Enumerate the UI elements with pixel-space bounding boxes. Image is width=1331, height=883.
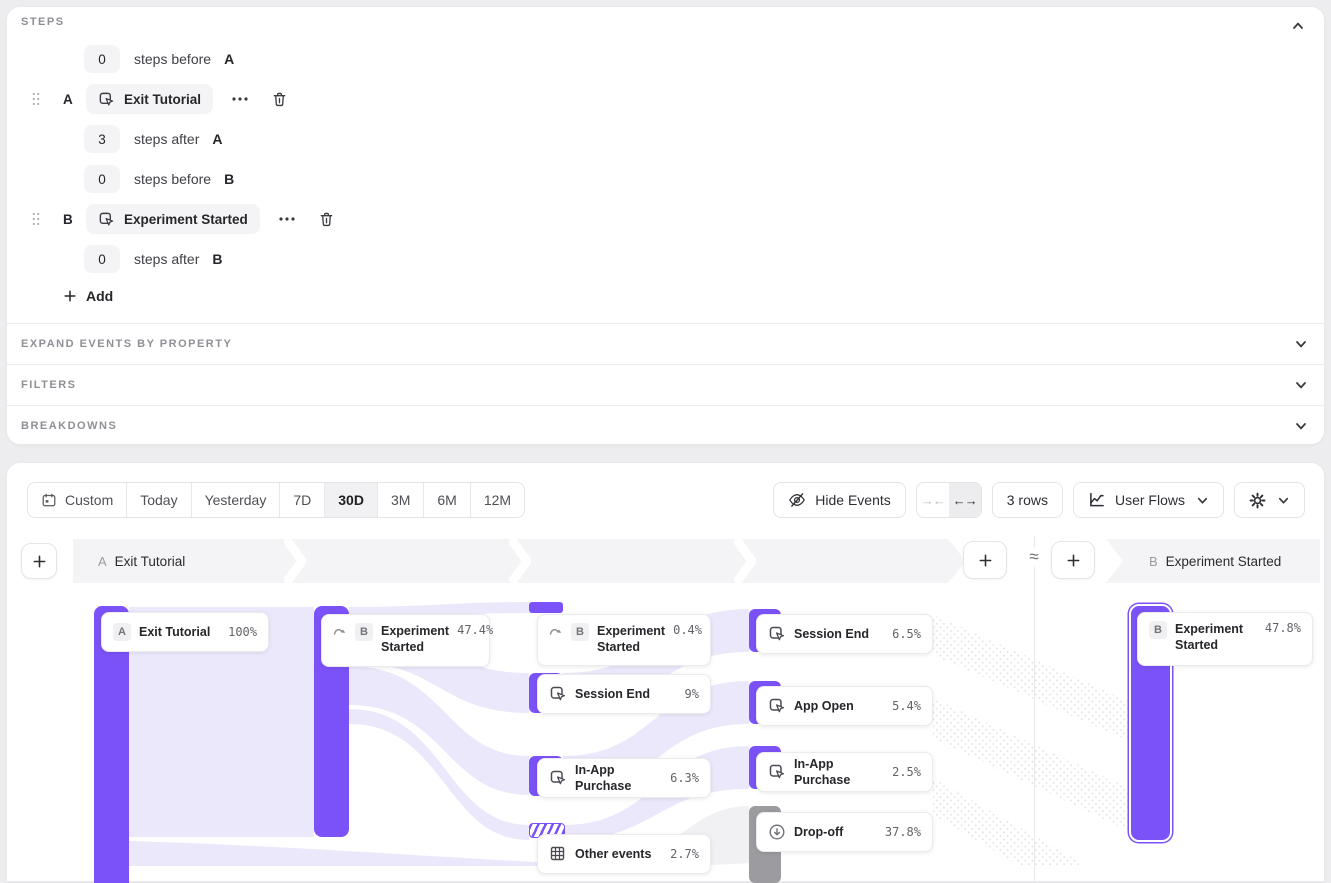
step-b-delete-button[interactable]	[318, 211, 335, 228]
steps-before-a-input[interactable]: 0	[84, 45, 120, 73]
section-expand-events-by-property[interactable]: EXPAND EVENTS BY PROPERTY	[7, 323, 1324, 364]
node-percent: 2.7%	[670, 847, 699, 861]
node-percent: 47.4%	[457, 623, 493, 637]
section-breakdowns[interactable]: BREAKDOWNS	[7, 405, 1324, 446]
drop-off-icon	[768, 823, 786, 841]
flows-chart-panel: Custom Today Yesterday 7D 30D 3M 6M 12M …	[6, 462, 1325, 882]
node-percent: 6.5%	[892, 627, 921, 641]
flow-node-in-app-purchase-2[interactable]: In-App Purchase 6.3%	[537, 758, 711, 798]
step-b-event-button[interactable]: Experiment Started	[86, 204, 260, 234]
node-percent: 100%	[228, 625, 257, 639]
custom-event-icon	[98, 91, 115, 108]
node-percent: 37.8%	[885, 825, 921, 839]
node-label: Other events	[575, 846, 651, 862]
section-label: EXPAND EVENTS BY PROPERTY	[21, 338, 232, 350]
step-badge: B	[355, 623, 373, 641]
steps-after-b-row: 0 steps after B	[84, 245, 223, 273]
step-a-event-label: Exit Tutorial	[124, 92, 201, 107]
node-label: Experiment Started	[597, 623, 665, 656]
custom-event-icon	[768, 697, 786, 715]
custom-event-icon	[768, 625, 786, 643]
ellipsis-icon	[231, 96, 249, 102]
step-badge: B	[1149, 621, 1167, 639]
flow-node-app-open[interactable]: App Open 5.4%	[756, 686, 933, 726]
grid-icon	[549, 845, 567, 863]
custom-event-icon	[768, 763, 786, 781]
node-label: Exit Tutorial	[139, 624, 210, 640]
flow-node-experiment-started-1[interactable]: B Experiment Started 47.4%	[321, 614, 490, 667]
steps-before-b-input[interactable]: 0	[84, 165, 120, 193]
flow-node-experiment-started-b[interactable]: B Experiment Started 47.8%	[1137, 612, 1313, 666]
step-badge: B	[571, 623, 589, 641]
add-step-label: Add	[86, 288, 113, 304]
steps-after-b-ref: B	[212, 251, 222, 267]
step-a-letter: A	[63, 92, 77, 107]
node-percent: 5.4%	[892, 699, 921, 713]
chevron-down-icon	[1294, 337, 1308, 351]
curved-arrow-icon	[333, 625, 347, 637]
steps-panel-title: STEPS	[21, 16, 65, 28]
flow-node-session-end-2[interactable]: Session End 9%	[537, 674, 711, 714]
node-label: Session End	[575, 686, 650, 702]
node-label: Drop-off	[794, 824, 843, 840]
node-percent: 0.4%	[673, 623, 702, 637]
steps-after-a-input[interactable]: 3	[84, 125, 120, 153]
flow-node-session-end-3[interactable]: Session End 6.5%	[756, 614, 933, 654]
node-label: In-App Purchase	[575, 762, 662, 795]
flow-node-experiment-started-2[interactable]: B Experiment Started 0.4%	[537, 614, 711, 666]
steps-before-a-ref: A	[224, 51, 234, 67]
drag-handle-icon[interactable]	[31, 211, 41, 227]
node-label: Experiment Started	[381, 623, 449, 656]
step-b-row: B Experiment Started	[31, 204, 335, 234]
steps-before-a-label: steps before	[134, 51, 211, 67]
flow-break-symbol: ≈	[1020, 547, 1048, 567]
steps-before-b-ref: B	[224, 171, 234, 187]
chevron-up-icon	[1291, 19, 1305, 33]
step-b-letter: B	[63, 212, 77, 227]
steps-after-a-row: 3 steps after A	[84, 125, 223, 153]
add-step-button[interactable]: Add	[63, 288, 113, 304]
flow-node-drop-off[interactable]: Drop-off 37.8%	[756, 812, 933, 852]
steps-after-a-ref: A	[212, 131, 222, 147]
steps-panel: STEPS 0 steps before A A Exit Tutorial 3…	[6, 6, 1325, 445]
steps-after-b-label: steps after	[134, 251, 199, 267]
node-percent: 9%	[685, 687, 699, 701]
custom-event-icon	[549, 769, 567, 787]
flow-node-other-events[interactable]: Other events 2.7%	[537, 834, 711, 874]
node-percent: 47.8%	[1265, 621, 1301, 635]
curved-arrow-icon	[549, 625, 563, 637]
chevron-down-icon	[1294, 419, 1308, 433]
steps-before-b-label: steps before	[134, 171, 211, 187]
flow-node-in-app-purchase-3[interactable]: In-App Purchase 2.5%	[756, 752, 933, 792]
step-badge: A	[113, 623, 131, 641]
section-label: FILTERS	[21, 379, 77, 391]
step-a-row: A Exit Tutorial	[31, 84, 288, 114]
node-label: App Open	[794, 698, 854, 714]
steps-collapse-button[interactable]	[1288, 16, 1308, 36]
step-a-more-button[interactable]	[227, 92, 253, 106]
section-filters[interactable]: FILTERS	[7, 364, 1324, 405]
node-label: In-App Purchase	[794, 756, 884, 789]
steps-after-a-label: steps after	[134, 131, 199, 147]
steps-before-a-row: 0 steps before A	[84, 45, 234, 73]
node-percent: 2.5%	[892, 765, 921, 779]
flow-node-exit-tutorial[interactable]: A Exit Tutorial 100%	[101, 612, 269, 652]
step-a-event-button[interactable]: Exit Tutorial	[86, 84, 213, 114]
chevron-down-icon	[1294, 378, 1308, 392]
step-b-more-button[interactable]	[274, 212, 300, 226]
drag-handle-icon[interactable]	[31, 91, 41, 107]
node-percent: 6.3%	[670, 771, 699, 785]
plus-icon	[63, 289, 77, 303]
custom-event-icon	[98, 211, 115, 228]
section-label: BREAKDOWNS	[21, 420, 117, 432]
custom-event-icon	[549, 685, 567, 703]
sankey-bar-experiment-started-2[interactable]	[529, 602, 563, 613]
step-b-event-label: Experiment Started	[124, 212, 248, 227]
ellipsis-icon	[278, 216, 296, 222]
steps-after-b-input[interactable]: 0	[84, 245, 120, 273]
node-label: Session End	[794, 626, 869, 642]
steps-before-b-row: 0 steps before B	[84, 165, 234, 193]
node-label: Experiment Started	[1175, 621, 1257, 654]
step-a-delete-button[interactable]	[271, 91, 288, 108]
